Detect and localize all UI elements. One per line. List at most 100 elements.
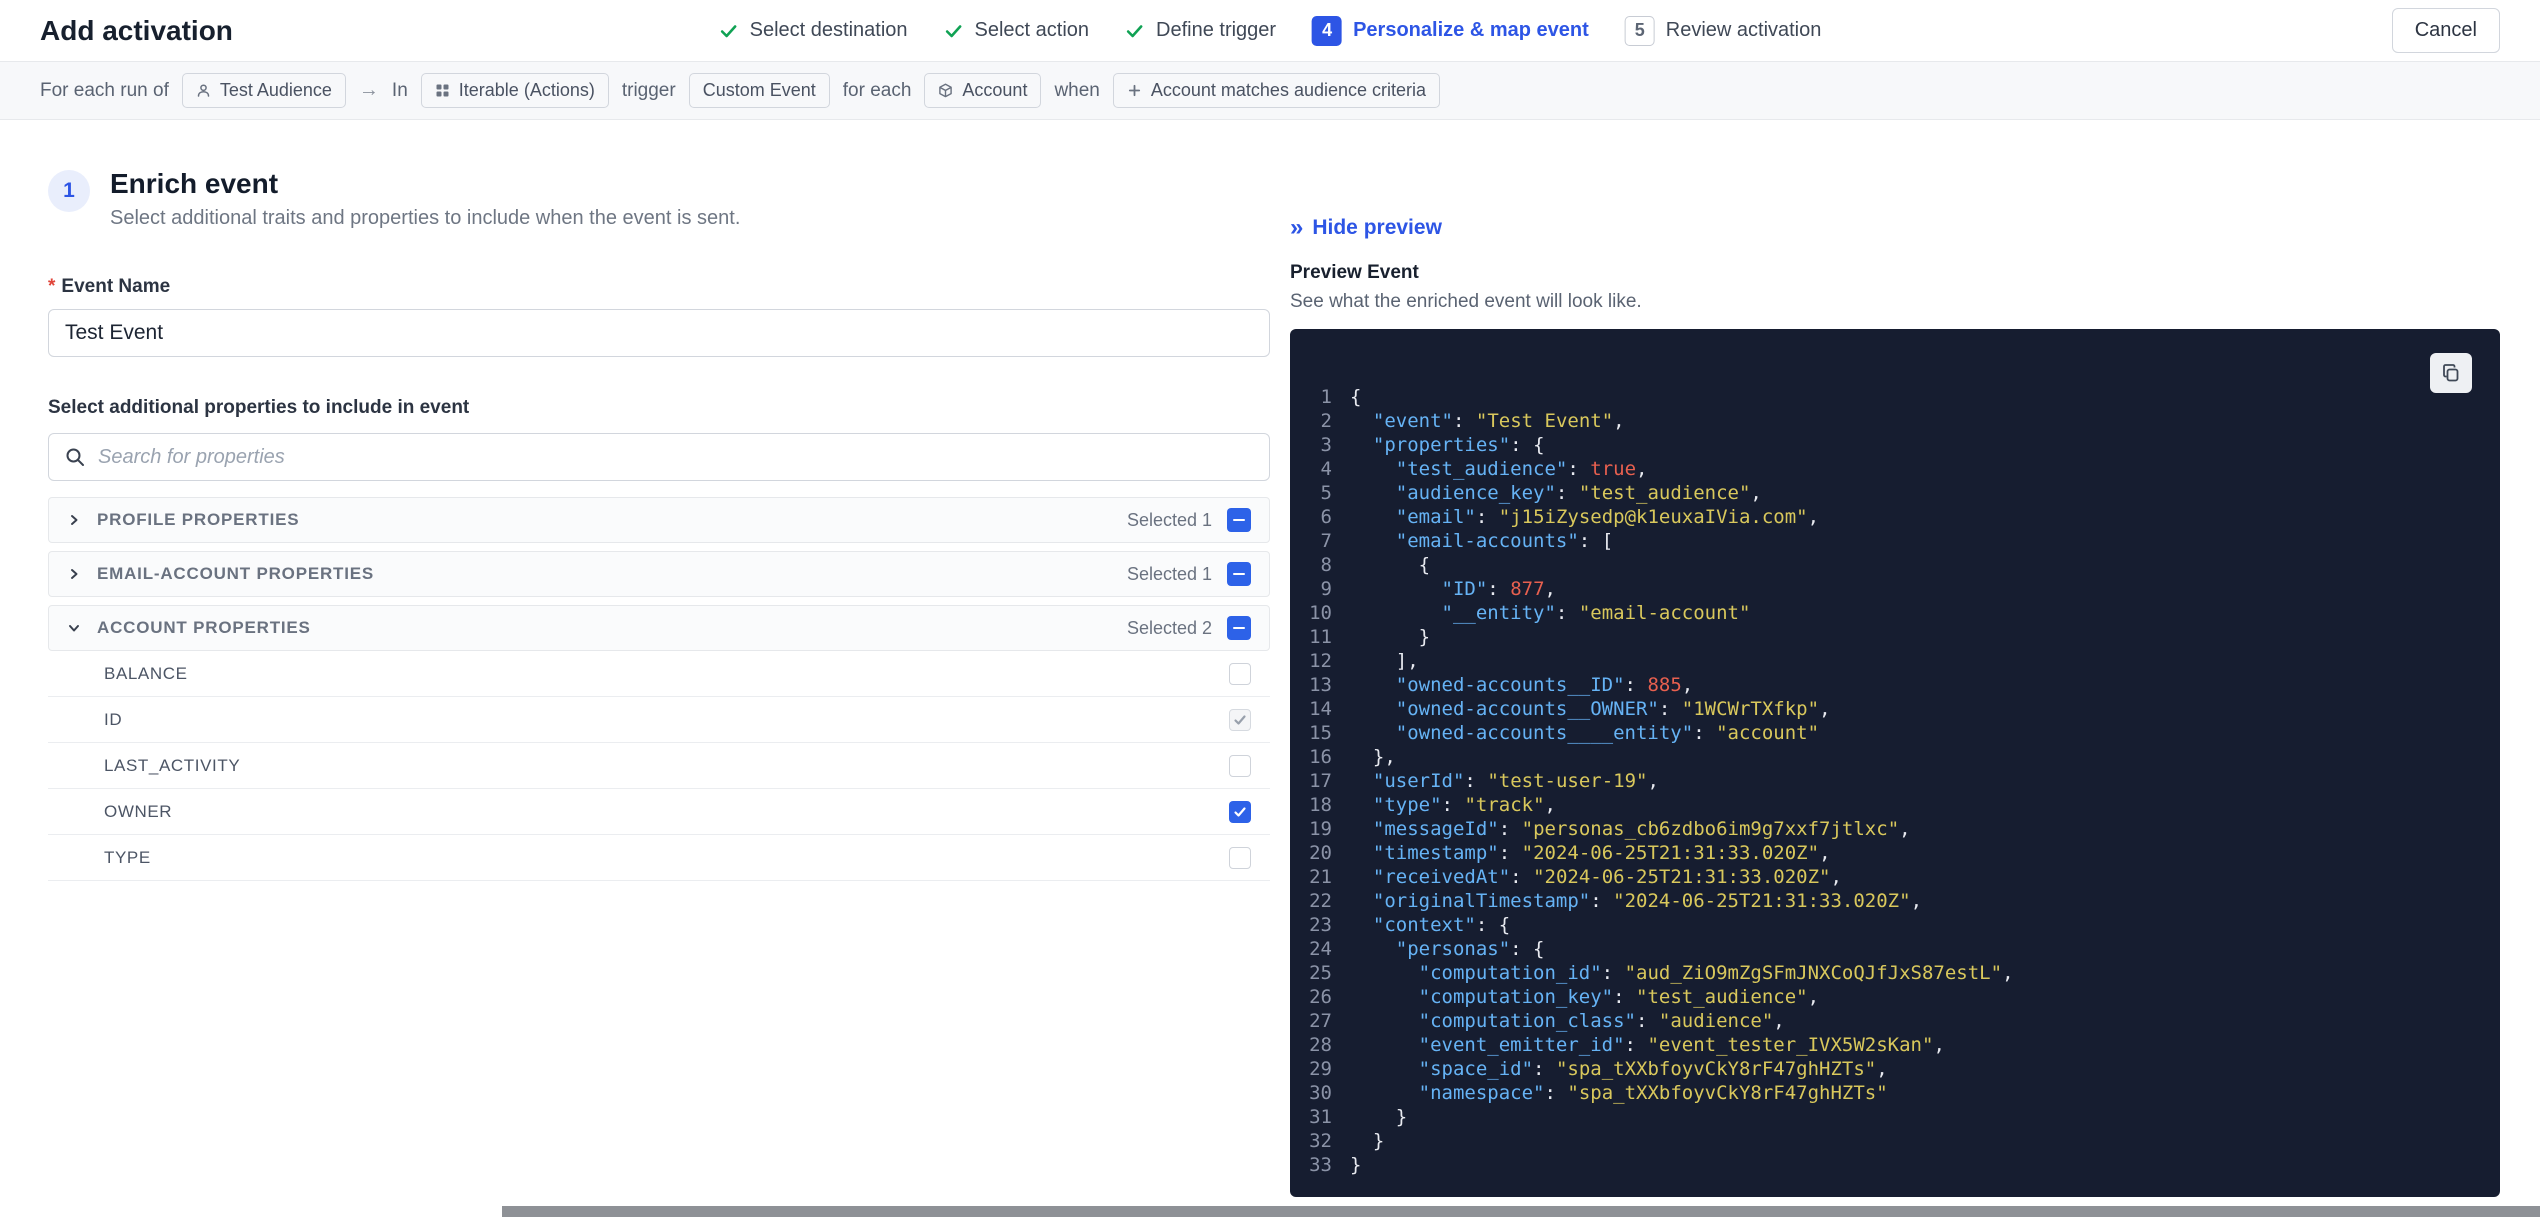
plus-icon xyxy=(1127,83,1142,98)
line-number: 3 xyxy=(1320,434,1332,456)
search-input[interactable] xyxy=(98,445,1254,469)
line-number: 22 xyxy=(1309,890,1332,912)
selected-count: Selected 2 xyxy=(1126,617,1212,638)
code-line: 3 "properties": { xyxy=(1290,433,2500,457)
chip-test-audience[interactable]: Test Audience xyxy=(181,73,346,108)
line-number: 33 xyxy=(1309,1154,1332,1176)
step-number: 4 xyxy=(1312,15,1343,46)
group-header-account-properties[interactable]: ACCOUNT PROPERTIES Selected 2 xyxy=(48,605,1270,651)
trigger-summary-bar: For each run of Test Audience → In Iterable … xyxy=(0,62,2540,120)
stepper: Select destination Select action Define tr… xyxy=(719,0,1822,61)
event-name-label-text: Event Name xyxy=(61,276,171,297)
group-checkbox-indeterminate[interactable] xyxy=(1227,508,1251,532)
additional-properties-label: Select additional properties to include … xyxy=(48,397,470,418)
preview-section: » Hide preview Preview Event See what th… xyxy=(1290,168,2500,1197)
minus-icon xyxy=(1233,572,1245,576)
group-checkbox-indeterminate[interactable] xyxy=(1227,562,1251,586)
line-number: 14 xyxy=(1309,698,1332,720)
entity-icon xyxy=(938,83,953,98)
code-line: 15 "owned-accounts____entity": "account" xyxy=(1290,721,2500,745)
group-label: EMAIL-ACCOUNT PROPERTIES xyxy=(97,564,375,583)
line-number: 9 xyxy=(1320,578,1332,600)
group-checkbox-indeterminate[interactable] xyxy=(1227,616,1251,640)
line-number: 2 xyxy=(1320,410,1332,432)
group-header-email-account-properties[interactable]: EMAIL-ACCOUNT PROPERTIES Selected 1 xyxy=(48,551,1270,597)
line-number: 8 xyxy=(1320,554,1332,576)
step-check-icon xyxy=(719,21,739,41)
checkbox-unchecked[interactable] xyxy=(1229,662,1251,685)
property-label: TYPE xyxy=(104,847,151,867)
trigger-sentence-text: In xyxy=(391,79,408,101)
selected-count: Selected 1 xyxy=(1126,563,1212,584)
chevron-right-icon xyxy=(67,513,82,527)
chip-label: Iterable (Actions) xyxy=(458,80,595,100)
minus-icon xyxy=(1233,518,1245,522)
step-select-action[interactable]: Select action xyxy=(944,19,1090,42)
chip-label: Account xyxy=(962,80,1028,100)
json-code: 1{2 "event": "Test Event", 3 "properties"… xyxy=(1290,385,2500,1177)
code-line: 18 "type": "track", xyxy=(1290,793,2500,817)
step-label: Review activation xyxy=(1665,19,1822,41)
step-define-trigger[interactable]: Define trigger xyxy=(1125,19,1276,42)
cancel-button[interactable]: Cancel xyxy=(2391,8,2500,53)
main-content: 1 Enrich event Select additional traits … xyxy=(0,120,2540,1197)
chip-label: Custom Event xyxy=(702,80,816,100)
trigger-sentence-text: For each run of xyxy=(40,79,169,101)
step-select-destination[interactable]: Select destination xyxy=(719,19,908,42)
group-label: ACCOUNT PROPERTIES xyxy=(97,618,311,637)
property-row-last-activity[interactable]: LAST_ACTIVITY xyxy=(48,743,1270,789)
minus-icon xyxy=(1233,626,1245,630)
line-number: 16 xyxy=(1309,746,1332,768)
step-label: Select action xyxy=(974,19,1090,41)
line-number: 1 xyxy=(1320,386,1332,408)
trigger-sentence-text: for each xyxy=(842,79,912,101)
code-line: 13 "owned-accounts__ID": 885, xyxy=(1290,673,2500,697)
step-label: Select destination xyxy=(749,19,908,41)
step-review-activation[interactable]: 5 Review activation xyxy=(1624,15,1822,46)
code-line: 30 "namespace": "spa_tXXbfoyvCkY8rF47ghH… xyxy=(1290,1081,2500,1105)
chip-custom-event[interactable]: Custom Event xyxy=(688,73,830,108)
chip-label: Account matches audience criteria xyxy=(1150,80,1427,100)
line-number: 6 xyxy=(1320,506,1332,528)
code-line: 20 "timestamp": "2024-06-25T21:31:33.020… xyxy=(1290,841,2500,865)
search-icon xyxy=(64,446,86,468)
step-personalize-map-event[interactable]: 4 Personalize & map event xyxy=(1312,15,1589,46)
event-name-input[interactable] xyxy=(48,309,1270,357)
hide-preview-link[interactable]: » Hide preview xyxy=(1290,216,1442,240)
line-number: 24 xyxy=(1309,938,1332,960)
property-row-type[interactable]: TYPE xyxy=(48,835,1270,881)
code-line: 28 "event_emitter_id": "event_tester_IVX… xyxy=(1290,1033,2500,1057)
copy-icon[interactable] xyxy=(2430,353,2472,393)
chevron-right-icon xyxy=(67,567,82,581)
double-chevron-right-icon: » xyxy=(1290,214,1304,241)
property-label: BALANCE xyxy=(104,663,188,683)
code-line: 29 "space_id": "spa_tXXbfoyvCkY8rF47ghHZ… xyxy=(1290,1057,2500,1081)
hide-preview-label: Hide preview xyxy=(1312,216,1442,239)
group-header-profile-properties[interactable]: PROFILE PROPERTIES Selected 1 xyxy=(48,497,1270,543)
line-number: 31 xyxy=(1309,1106,1332,1128)
enrich-event-section: 1 Enrich event Select additional traits … xyxy=(48,168,1270,1197)
property-row-owner[interactable]: OWNER xyxy=(48,789,1270,835)
line-number: 27 xyxy=(1309,1010,1332,1032)
code-line: 27 "computation_class": "audience", xyxy=(1290,1009,2500,1033)
preview-title: Preview Event xyxy=(1290,262,1419,283)
chip-iterable-actions[interactable]: Iterable (Actions) xyxy=(420,73,609,108)
line-number: 17 xyxy=(1309,770,1332,792)
code-line: 16 }, xyxy=(1290,745,2500,769)
audience-icon xyxy=(196,83,211,98)
chevron-down-icon xyxy=(67,621,82,635)
chip-account[interactable]: Account xyxy=(924,73,1042,108)
checkbox-unchecked[interactable] xyxy=(1229,754,1251,777)
chip-account-matches-audience-criteria[interactable]: Account matches audience criteria xyxy=(1112,73,1441,108)
group-email-account-properties: EMAIL-ACCOUNT PROPERTIES Selected 1 xyxy=(48,551,1270,597)
checkbox-unchecked[interactable] xyxy=(1229,846,1251,869)
checkbox-checked-disabled xyxy=(1229,708,1251,731)
property-search xyxy=(48,433,1270,481)
property-label: ID xyxy=(104,709,123,729)
property-row-balance[interactable]: BALANCE xyxy=(48,651,1270,697)
selected-count: Selected 1 xyxy=(1126,509,1212,530)
code-line: 22 "originalTimestamp": "2024-06-25T21:3… xyxy=(1290,889,2500,913)
property-row-id[interactable]: ID xyxy=(48,697,1270,743)
checkbox-checked[interactable] xyxy=(1229,800,1251,823)
code-line: 31 } xyxy=(1290,1105,2500,1129)
